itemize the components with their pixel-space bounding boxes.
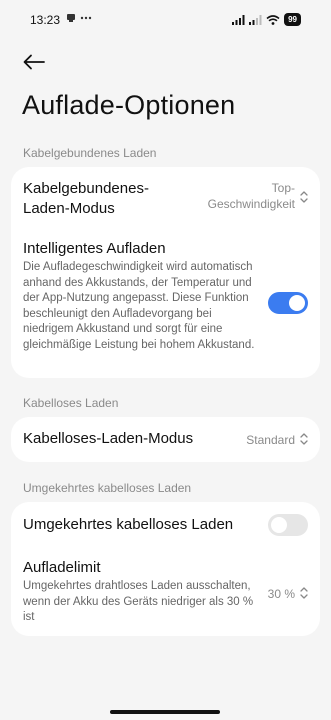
wired-card: Kabelgebundenes-Laden-Modus Top-Geschwin…	[11, 167, 320, 378]
charge-limit-title: Aufladelimit	[23, 559, 101, 576]
wired-mode-title: Kabelgebundenes-Laden-Modus	[23, 180, 149, 217]
smart-charging-title: Intelligentes Aufladen	[23, 240, 166, 257]
section-header-wireless: Kabelloses Laden	[23, 396, 119, 410]
wireless-mode-row[interactable]: Kabelloses-Laden-Modus Standard	[11, 417, 320, 462]
section-header-wired: Kabelgebundenes Laden	[23, 146, 157, 160]
page-title: Auflade-Optionen	[22, 90, 236, 120]
battery-icon: 99	[284, 13, 301, 26]
wireless-mode-value: Standard	[246, 433, 295, 447]
more-dots-icon	[80, 16, 92, 20]
charge-limit-desc: Umgekehrtes drahtloses Laden ausschalten…	[23, 580, 254, 623]
reverse-card: Umgekehrtes kabelloses Laden Aufladelimi…	[11, 502, 320, 636]
toggle-knob	[271, 517, 287, 533]
smart-charging-toggle[interactable]	[268, 292, 308, 314]
signal-icon-2	[249, 14, 262, 25]
charge-limit-row[interactable]: Aufladelimit Umgekehrtes drahtloses Lade…	[11, 552, 320, 636]
wireless-mode-title: Kabelloses-Laden-Modus	[23, 430, 194, 447]
wired-mode-value: Top-Geschwindigkeit	[207, 181, 295, 211]
wifi-icon	[266, 14, 280, 25]
status-bar: 13:23 99	[0, 0, 331, 40]
charge-limit-value: 30 %	[267, 587, 295, 601]
up-down-chevron-icon	[300, 191, 308, 203]
smart-charging-desc: Die Aufladegeschwindigkeit wird automati…	[23, 261, 255, 351]
reverse-charging-row[interactable]: Umgekehrtes kabelloses Laden	[11, 502, 320, 548]
up-down-chevron-icon	[300, 433, 308, 445]
back-button[interactable]	[20, 50, 48, 74]
toggle-knob	[289, 295, 305, 311]
smart-charging-row[interactable]: Intelligentes Aufladen Die Aufladegeschw…	[11, 229, 320, 378]
status-time: 13:23	[30, 13, 61, 27]
wired-mode-row[interactable]: Kabelgebundenes-Laden-Modus Top-Geschwin…	[11, 167, 320, 229]
signal-icon	[232, 14, 245, 25]
reverse-charging-toggle[interactable]	[268, 514, 308, 536]
status-right-icons: 99	[232, 13, 301, 26]
notification-icon	[67, 14, 75, 22]
wireless-card: Kabelloses-Laden-Modus Standard	[11, 417, 320, 462]
status-left-icons	[66, 13, 92, 23]
reverse-charging-title: Umgekehrtes kabelloses Laden	[23, 516, 234, 533]
up-down-chevron-icon	[300, 587, 308, 599]
section-header-reverse: Umgekehrtes kabelloses Laden	[23, 481, 192, 495]
back-arrow-icon	[23, 54, 45, 70]
home-indicator[interactable]	[110, 710, 220, 714]
